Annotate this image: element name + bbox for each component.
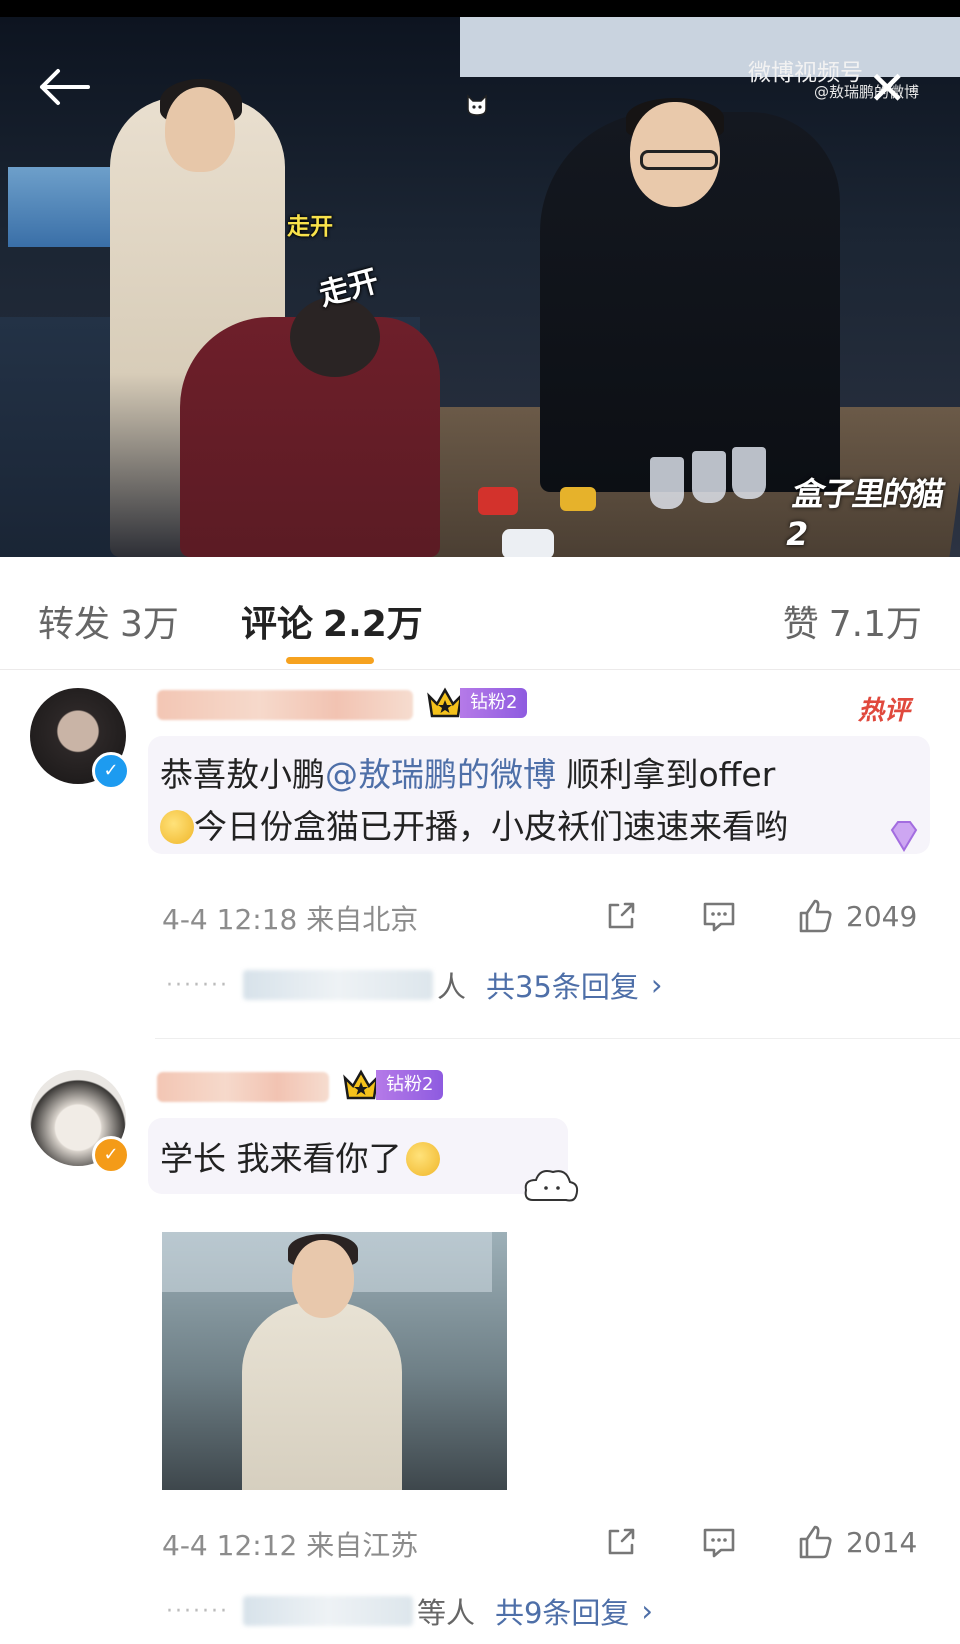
video-player[interactable]: 微博视频号 @敖瑞鹏的微博 ✕ 走开 走开 盒子里的猫2 ✕: [0, 17, 960, 557]
emoji-icon: [405, 1142, 440, 1176]
like-button[interactable]: 2014: [796, 1523, 917, 1561]
chevron-right-icon: ›: [641, 1594, 654, 1628]
username-blurred[interactable]: [157, 690, 413, 720]
crown-icon: [343, 1069, 379, 1100]
comment-meta: 4-4 12:18 来自北京: [162, 903, 419, 936]
tab-like-label: 赞: [782, 604, 819, 645]
sticker-text-large: 走开: [315, 263, 383, 314]
comment-divider: [155, 1038, 960, 1039]
status-bar: [0, 0, 960, 17]
logo-close-icon[interactable]: ✕: [906, 479, 924, 504]
fan-badge[interactable]: 钻粉2: [426, 686, 528, 720]
tab-comment-label: 评论: [241, 604, 314, 645]
crown-icon: [427, 687, 463, 718]
tab-comment-count: 2.2万: [323, 604, 423, 645]
comment-image[interactable]: [162, 1232, 507, 1490]
share-button[interactable]: [602, 1523, 640, 1561]
sticker-text-small: 走开: [287, 214, 333, 240]
mention-link[interactable]: @敖瑞鹏的微博: [325, 755, 556, 794]
comment-text-line-2: 今日份盒猫已开播，小皮袄们速速来看哟: [160, 800, 788, 848]
like-button[interactable]: 2049: [796, 897, 917, 935]
reply-button[interactable]: [700, 1523, 738, 1561]
show-logo: 盒子里的猫2: [782, 475, 947, 553]
username-blurred[interactable]: [157, 1072, 329, 1102]
like-count: 2014: [846, 1525, 918, 1559]
reply-usernames-blurred: [242, 970, 433, 1000]
cat-logo-icon: [467, 94, 487, 116]
reply-count-link[interactable]: 共35条回复: [486, 964, 639, 1006]
close-icon[interactable]: ✕: [868, 65, 907, 111]
fan-level-label: 钻粉2: [460, 688, 528, 718]
thumbs-up-icon: [799, 1525, 832, 1559]
reply-usernames-blurred: [242, 1596, 413, 1626]
fan-badge[interactable]: 钻粉2: [342, 1068, 444, 1102]
share-icon: [608, 902, 635, 929]
diamond-sticker-icon: [890, 821, 918, 852]
hot-comment-tag: 热评: [858, 696, 911, 726]
fan-level-label: 钻粉2: [376, 1070, 444, 1100]
comment-text-line-1: 恭喜敖小鹏@敖瑞鹏的微博 顺利拿到offer: [160, 755, 776, 794]
tab-repost-label: 转发: [38, 604, 111, 645]
comment-icon: [703, 1528, 735, 1558]
comment-icon: [703, 902, 735, 932]
verified-badge-icon: ✓: [92, 1136, 130, 1174]
share-icon: [608, 1528, 635, 1555]
tab-like-count: 7.1万: [828, 604, 922, 645]
thumbs-up-icon: [799, 899, 832, 933]
reply-summary[interactable]: ······· 人 共35条回复 ›: [166, 964, 662, 1006]
comment-text-line-1: 学长 我来看你了: [160, 1132, 440, 1180]
share-button[interactable]: [602, 897, 640, 935]
reply-count-link[interactable]: 共9条回复: [495, 1590, 629, 1632]
interaction-tabs: 转发 3万 评论 2.2万 赞 7.1万: [0, 557, 960, 670]
active-tab-indicator: [286, 657, 374, 664]
tab-repost[interactable]: 转发 3万: [38, 595, 179, 647]
emoji-icon: [160, 810, 194, 844]
back-arrow-icon[interactable]: [36, 67, 92, 107]
tab-repost-count: 3万: [120, 604, 179, 645]
cloud-sticker-icon: [524, 1170, 579, 1202]
like-count: 2049: [846, 899, 918, 933]
reply-button[interactable]: [700, 897, 738, 935]
tab-like[interactable]: 赞 7.1万: [783, 595, 922, 647]
chevron-right-icon: ›: [650, 968, 663, 1002]
comment-meta: 4-4 12:12 来自江苏: [162, 1529, 419, 1562]
verified-badge-icon: ✓: [92, 752, 130, 790]
reply-summary[interactable]: ······· 等人 共9条回复 ›: [166, 1590, 653, 1632]
